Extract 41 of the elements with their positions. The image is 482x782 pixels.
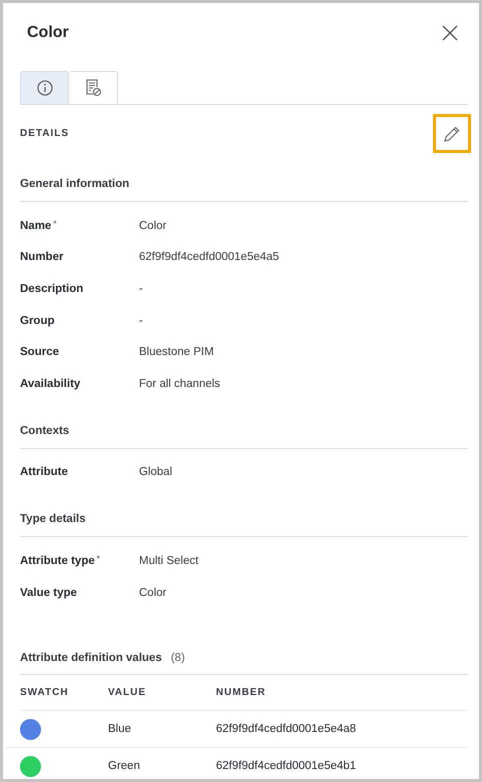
field-value: Bluestone PIM bbox=[139, 346, 214, 358]
document-icon bbox=[84, 79, 102, 97]
table-cell: 62f9f9df4cedfd0001e5e4a8 bbox=[216, 723, 356, 736]
field-value: - bbox=[139, 314, 143, 327]
required-mark: * bbox=[53, 218, 56, 228]
column-header: VALUE bbox=[108, 687, 148, 698]
panel-title: Color bbox=[27, 24, 69, 42]
field-value: Color bbox=[139, 220, 166, 232]
field-label: Availability bbox=[20, 378, 80, 390]
field-label: Source bbox=[20, 346, 59, 358]
field-value: Global bbox=[139, 466, 172, 478]
table-cell-text: Green bbox=[108, 760, 141, 772]
field-value: Multi Select bbox=[139, 554, 198, 567]
field-label: Group bbox=[20, 314, 54, 327]
field-label: Name bbox=[20, 220, 52, 232]
field-label: Description bbox=[20, 282, 84, 295]
required-mark: * bbox=[96, 554, 100, 563]
field-label: Number bbox=[20, 251, 64, 264]
table-cell: 62f9f9df4cedfd0001e5e4b1 bbox=[216, 760, 356, 772]
field-label: Attribute type bbox=[20, 554, 95, 567]
table-cell-text: Blue bbox=[108, 723, 132, 736]
column-header: SWATCH bbox=[20, 687, 70, 698]
field-value: - bbox=[139, 282, 143, 295]
edit-button[interactable] bbox=[433, 114, 471, 153]
section-heading: DETAILS bbox=[20, 128, 70, 139]
column-header: NUMBER bbox=[216, 687, 266, 698]
field-value: Color bbox=[139, 586, 166, 599]
field-label: Value type bbox=[20, 586, 77, 599]
section-title: Type details bbox=[20, 513, 468, 538]
value-count: (8) bbox=[170, 652, 185, 664]
field-value: For all channels bbox=[139, 378, 220, 390]
section-title: Contexts bbox=[20, 424, 468, 449]
section-title: General information bbox=[20, 178, 468, 202]
table-title: Attribute definition values bbox=[20, 652, 162, 664]
close-icon[interactable] bbox=[440, 23, 460, 43]
tab[interactable] bbox=[20, 71, 69, 105]
field-value: 62f9f9df4cedfd0001e5e4a5 bbox=[139, 251, 280, 264]
pencil-icon bbox=[443, 124, 461, 142]
info-icon bbox=[36, 80, 52, 96]
field-label: Attribute bbox=[20, 466, 68, 478]
tab[interactable] bbox=[69, 71, 118, 105]
